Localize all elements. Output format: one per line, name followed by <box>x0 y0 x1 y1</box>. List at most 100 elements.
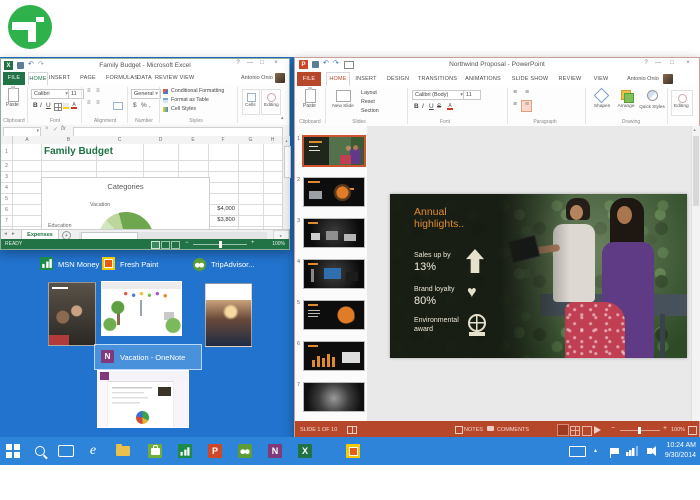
slide-heading-line1[interactable]: Annual <box>414 206 447 218</box>
row-header-2[interactable]: 2 <box>1 163 12 169</box>
comma-button[interactable]: , <box>149 102 151 109</box>
notes-button[interactable]: NOTES <box>464 427 483 433</box>
font-color-icon[interactable]: A <box>447 103 453 110</box>
column-header-d[interactable]: D <box>143 136 178 144</box>
excel-zoom-level[interactable]: 100% <box>259 241 285 247</box>
excel-user-name[interactable]: Antonio Onio <box>241 75 273 81</box>
strikethrough-button[interactable]: S <box>437 103 441 110</box>
slide-thumbnail-5[interactable] <box>303 300 365 330</box>
ppt-maximize-button[interactable]: □ <box>667 60 677 66</box>
horizontal-scrollbar[interactable] <box>79 232 267 239</box>
scrollbar-thumb[interactable] <box>284 146 291 178</box>
ppt-help-button[interactable]: ? <box>641 60 651 66</box>
view-normal-button[interactable] <box>151 241 160 249</box>
scroll-up-arrow[interactable]: ▴ <box>694 127 696 133</box>
row-header-4[interactable]: 4 <box>1 185 12 191</box>
ppt-minimize-button[interactable]: — <box>653 60 663 66</box>
ppt-tab-view[interactable]: VIEW <box>591 72 611 86</box>
ppt-font-size-select[interactable]: 11 <box>463 90 481 100</box>
insert-function-button[interactable]: fx <box>61 126 66 132</box>
excel-tab-home[interactable]: HOME <box>28 72 48 86</box>
main-slide[interactable]: Annual highlights.. Sales up by 13% Bran… <box>390 194 687 358</box>
new-slide-button[interactable]: New Slide <box>331 89 355 115</box>
column-header-a[interactable]: A <box>13 136 41 144</box>
view-normal-button[interactable] <box>557 424 569 436</box>
align-center-active[interactable] <box>521 100 532 112</box>
view-reading-button[interactable] <box>582 426 592 436</box>
slide-thumbnail-1[interactable] <box>302 135 366 167</box>
ppt-vertical-scrollbar[interactable]: ▴ <box>691 126 700 421</box>
excel-maximize-button[interactable]: □ <box>257 60 267 66</box>
italic-button[interactable]: I <box>40 102 42 109</box>
cell-styles-button[interactable]: Cell Styles <box>171 106 196 112</box>
font-name-select[interactable]: ▾Calibri <box>31 89 71 99</box>
fit-slide-button[interactable] <box>688 426 697 435</box>
column-header-f[interactable]: F <box>208 136 238 144</box>
excel-tab-file[interactable]: FILE <box>3 72 25 85</box>
excel-titlebar[interactable]: X ↶ ↷ Family Budget - Microsoft Excel ? … <box>1 59 289 73</box>
excel-taskbar-button[interactable]: X <box>294 437 316 465</box>
currency-button[interactable]: $ <box>133 102 137 109</box>
section-button[interactable]: Section <box>361 108 379 114</box>
align-top-icons[interactable]: ≡ ≡ <box>87 88 102 94</box>
underline-button[interactable]: U <box>46 102 51 109</box>
cell-value-f6[interactable]: $4,000 <box>208 206 235 212</box>
excel-tab-page-layout[interactable]: PAGE LAYOUT <box>72 72 104 85</box>
column-header-c[interactable]: C <box>96 136 143 144</box>
excel-tab-review[interactable]: REVIEW <box>155 72 177 85</box>
onenote-preview[interactable] <box>97 370 189 428</box>
internet-explorer-button[interactable]: e <box>82 437 104 465</box>
column-header-e[interactable]: E <box>178 136 208 144</box>
zoom-in-button[interactable]: + <box>663 425 667 432</box>
ppt-user-name[interactable]: Antonio Onio <box>627 76 659 82</box>
row-header-3[interactable]: 3 <box>1 174 12 180</box>
paste-button[interactable]: Paste <box>6 88 19 108</box>
conditional-formatting-button[interactable]: Conditional Formatting <box>171 88 224 94</box>
ppt-close-button[interactable]: × <box>683 60 693 66</box>
excel-tab-view[interactable]: VIEW <box>179 72 195 85</box>
layout-button[interactable]: Layout <box>361 90 377 96</box>
msn-money-taskbar-button[interactable] <box>174 437 196 465</box>
start-button[interactable] <box>2 437 24 465</box>
slide-item1-value[interactable]: 13% <box>414 261 436 273</box>
align-bottom-icons[interactable]: ≡ ≡ <box>87 100 102 106</box>
cell-b1-title[interactable]: Family Budget <box>44 146 113 157</box>
row-header-7[interactable]: 7 <box>1 218 12 224</box>
list-buttons[interactable]: ≡ ≡ <box>513 89 532 96</box>
excel-minimize-button[interactable]: — <box>245 60 255 66</box>
formula-input[interactable] <box>73 127 283 137</box>
sheet-grid[interactable]: 1 2 3 4 5 6 7 Family Budget $4,000 $3,80… <box>1 144 282 229</box>
column-header-h[interactable]: H <box>263 136 282 144</box>
percent-button[interactable]: % <box>141 102 147 109</box>
shapes-button[interactable]: Shapes <box>591 89 613 115</box>
ppt-tab-transitions[interactable]: TRANSITIONS <box>418 72 456 86</box>
paste-button[interactable]: Paste <box>303 89 316 109</box>
font-color-icon[interactable]: A <box>71 102 77 109</box>
language-book-icon[interactable] <box>347 426 357 434</box>
zoom-slider[interactable] <box>193 244 247 245</box>
slide-item3-label[interactable]: Environmental <box>414 317 459 324</box>
row-header-5[interactable]: 5 <box>1 196 12 202</box>
slide-thumbnail-3[interactable] <box>303 218 365 248</box>
row-header-6[interactable]: 6 <box>1 207 12 213</box>
cells-button[interactable]: Cells <box>242 89 260 115</box>
fresh-paint-taskbar-button[interactable] <box>342 437 364 465</box>
ppt-tab-animations[interactable]: ANIMATIONS <box>464 72 502 86</box>
sheet-nav-right[interactable]: ▸ <box>12 231 15 237</box>
sheet-nav-left[interactable]: ◂ <box>4 231 7 237</box>
zoom-slider[interactable] <box>620 430 660 431</box>
onenote-tile-highlight[interactable]: N Vacation - OneNote <box>94 344 202 370</box>
slideshow-button[interactable] <box>594 426 605 434</box>
name-box[interactable]: ▾ <box>3 127 41 137</box>
msn-money-preview[interactable] <box>48 282 96 346</box>
show-hidden-icons-button[interactable]: ▴ <box>594 447 597 454</box>
column-header-g[interactable]: G <box>238 136 263 144</box>
fresh-paint-preview[interactable] <box>101 281 182 336</box>
collapse-ribbon-icon[interactable]: ▴ <box>281 115 284 121</box>
excel-tab-data[interactable]: DATA <box>136 72 153 85</box>
ppt-tab-file[interactable]: FILE <box>297 72 321 86</box>
editing-button[interactable]: Editing <box>261 89 281 115</box>
row-header-1[interactable]: 1 <box>1 149 12 155</box>
ppt-tab-home[interactable]: HOME <box>326 72 350 87</box>
excel-tab-insert[interactable]: INSERT <box>49 72 69 85</box>
